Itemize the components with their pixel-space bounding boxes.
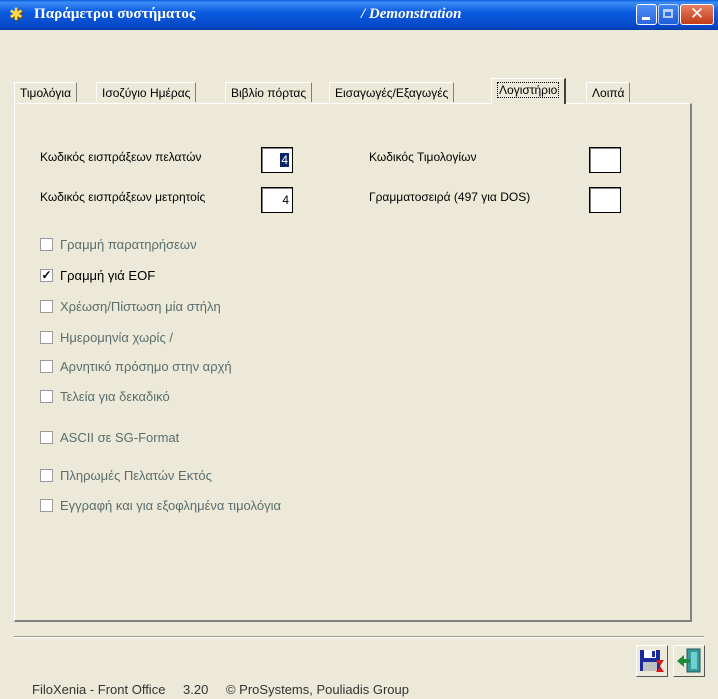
checkbox-box (40, 431, 53, 444)
checkbox-label: Ημερομηνία χωρίς / (60, 330, 173, 345)
product-version: 3.20 (183, 682, 209, 697)
tab-label: Βιβλίο πόρτας (231, 86, 307, 100)
tab-label: Τιμολόγια (20, 86, 72, 100)
tab-import-export[interactable]: Εισαγωγές/Εξαγωγές (329, 82, 455, 102)
checkmark-icon: ✓ (40, 268, 53, 282)
checkbox-label: Γραμμή γιά EOF (60, 268, 156, 283)
app-star-icon: ✱ (9, 5, 24, 24)
maximize-button[interactable] (658, 4, 679, 25)
product-name: FiloXenia - Front Office (32, 682, 166, 697)
footer-divider (14, 636, 704, 638)
database-name: / Demonstration (361, 6, 462, 22)
copyright: © ProSystems, Pouliadis Group (225, 682, 409, 697)
checkbox-label: Γραμμή παρατηρήσεων (60, 237, 197, 252)
checkbox-box (40, 360, 53, 373)
settings-window: ✱ Παράμετροι συστήματος / Demonstration … (0, 0, 718, 699)
checkbox-box (40, 499, 53, 512)
customer-receipts-code-input[interactable]: 4 (261, 147, 293, 173)
charset-input[interactable] (589, 187, 621, 213)
checkbox-label: Χρέωση/Πίστωση μία στήλη (60, 299, 221, 314)
checkbox-box (40, 331, 53, 344)
checkbox-label: Εγγραφή και για εξοφλημένα τιμολόγια (60, 498, 281, 513)
save-button[interactable] (636, 645, 668, 677)
checkbox-box (40, 390, 53, 403)
tab-label: Ισοζύγιο Ημέρας (102, 86, 191, 100)
checkbox-box (40, 300, 53, 313)
invoices-code-label: Κωδικός Τιμολογίων (369, 150, 477, 164)
status-bar: FiloXenia - Front Office 3.20 © ProSyste… (32, 682, 423, 697)
tab-daily-balance[interactable]: Ισοζύγιο Ημέρας (96, 82, 197, 102)
exit-icon (677, 648, 701, 673)
tab-label: Εισαγωγές/Εξαγωγές (335, 86, 449, 100)
checkbox-label: Αρνητικό πρόσημο στην αρχή (60, 359, 232, 374)
tab-label: Λογιστήριο (497, 82, 560, 98)
charset-label: Γραμματοσειρά (497 για DOS) (369, 190, 531, 204)
customer-receipts-code-value: 4 (280, 153, 289, 167)
cash-receipts-code-input[interactable]: 4 (261, 187, 293, 213)
window-title: Παράμετροι συστήματος (34, 6, 196, 22)
close-icon: ✕ (689, 4, 705, 24)
close-button[interactable]: ✕ (680, 4, 714, 25)
minimize-button[interactable] (636, 4, 657, 25)
tab-label: Λοιπά (592, 86, 625, 100)
invoices-code-input[interactable] (589, 147, 621, 173)
title-bar[interactable]: ✱ Παράμετροι συστήματος / Demonstration … (0, 0, 718, 30)
customer-receipts-code-label: Κωδικός εισπράξεων πελατών (40, 150, 202, 164)
maximize-icon (663, 9, 673, 18)
tab-door-book[interactable]: Βιβλίο πόρτας (225, 82, 313, 102)
checkbox-label: Πληρωμές Πελατών Εκτός (60, 468, 212, 483)
checkbox-box (40, 469, 53, 482)
tab-invoices[interactable]: Τιμολόγια (14, 82, 78, 102)
minimize-icon (642, 17, 650, 20)
checkbox-label: ASCII σε SG-Format (60, 430, 180, 445)
tab-other[interactable]: Λοιπά (586, 82, 631, 102)
exit-button[interactable] (673, 645, 705, 677)
checkbox-box (40, 238, 53, 251)
checkbox-label: Τελεία για δεκαδικό (60, 389, 170, 404)
cash-receipts-code-value: 4 (282, 193, 289, 207)
cash-receipts-code-label: Κωδικός εισπράξεων μετρητοίς (40, 190, 206, 204)
save-icon (640, 650, 664, 672)
tab-accounting[interactable]: Λογιστήριο (491, 78, 567, 104)
